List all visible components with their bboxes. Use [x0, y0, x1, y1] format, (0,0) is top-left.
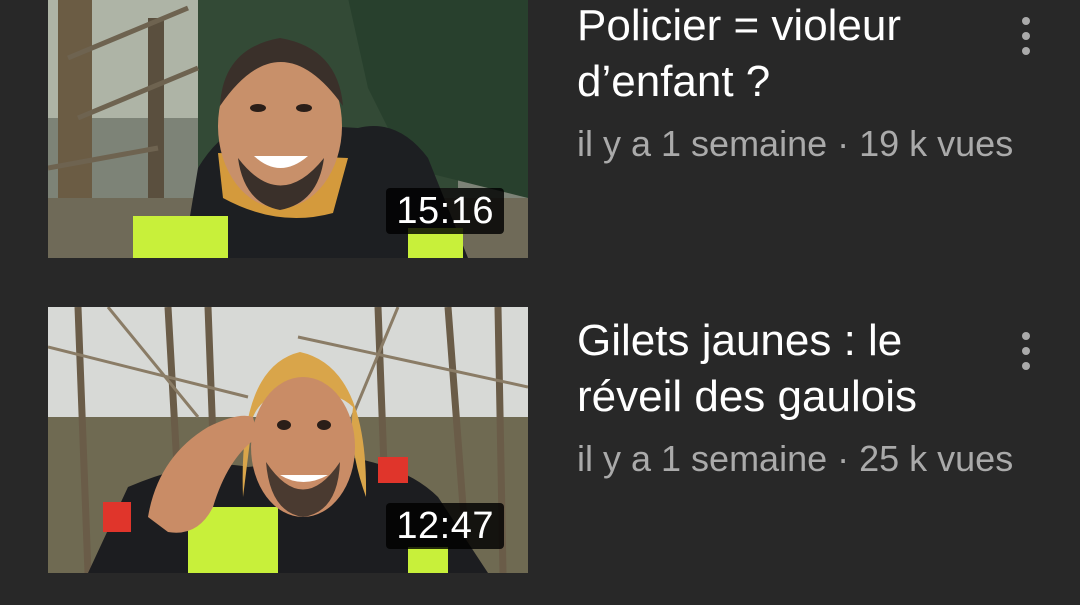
video-meta: il y a 1 semaine · 19 k vues — [577, 123, 1014, 164]
video-list-item[interactable]: 15:16 Policier = violeur d’enfant ? il y… — [0, 0, 1080, 268]
menu-dot — [1022, 347, 1030, 355]
video-title-line: Policier = violeur — [577, 1, 902, 50]
video-title[interactable]: Gilets jaunes : le réveil des gaulois — [577, 313, 1007, 425]
menu-dot — [1022, 17, 1030, 25]
video-duration-badge: 15:16 — [386, 188, 504, 234]
video-title-line: Gilets jaunes : le — [577, 316, 903, 365]
menu-dot — [1022, 47, 1030, 55]
video-list-item[interactable]: 12:47 Gilets jaunes : le réveil des gaul… — [0, 307, 1080, 577]
video-meta: il y a 1 semaine · 25 k vues — [577, 438, 1014, 479]
menu-dot — [1022, 32, 1030, 40]
more-vert-icon[interactable] — [1008, 321, 1044, 381]
video-info[interactable]: Policier = violeur d’enfant ? il y a 1 s… — [577, 0, 1014, 166]
video-thumbnail[interactable]: 12:47 — [48, 307, 528, 573]
video-title-line: réveil des gaulois — [577, 372, 917, 421]
more-vert-icon[interactable] — [1008, 6, 1044, 66]
menu-dot — [1022, 362, 1030, 370]
video-info[interactable]: Gilets jaunes : le réveil des gaulois il… — [577, 313, 1014, 481]
video-thumbnail[interactable]: 15:16 — [48, 0, 528, 258]
video-title[interactable]: Policier = violeur d’enfant ? — [577, 0, 1007, 110]
video-duration-badge: 12:47 — [386, 503, 504, 549]
video-title-line: d’enfant ? — [577, 57, 771, 106]
menu-dot — [1022, 332, 1030, 340]
